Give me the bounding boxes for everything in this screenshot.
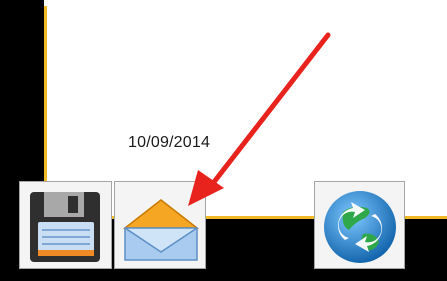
floppy-disk-icon <box>30 192 100 262</box>
save-button[interactable] <box>19 181 112 269</box>
envelope-icon <box>122 199 200 261</box>
date-label: 10/09/2014 <box>128 134 211 151</box>
app-window: 10/09/2014 <box>0 0 447 281</box>
email-button[interactable] <box>114 181 206 269</box>
sync-button[interactable] <box>314 181 405 269</box>
sync-globe-icon <box>324 191 396 263</box>
